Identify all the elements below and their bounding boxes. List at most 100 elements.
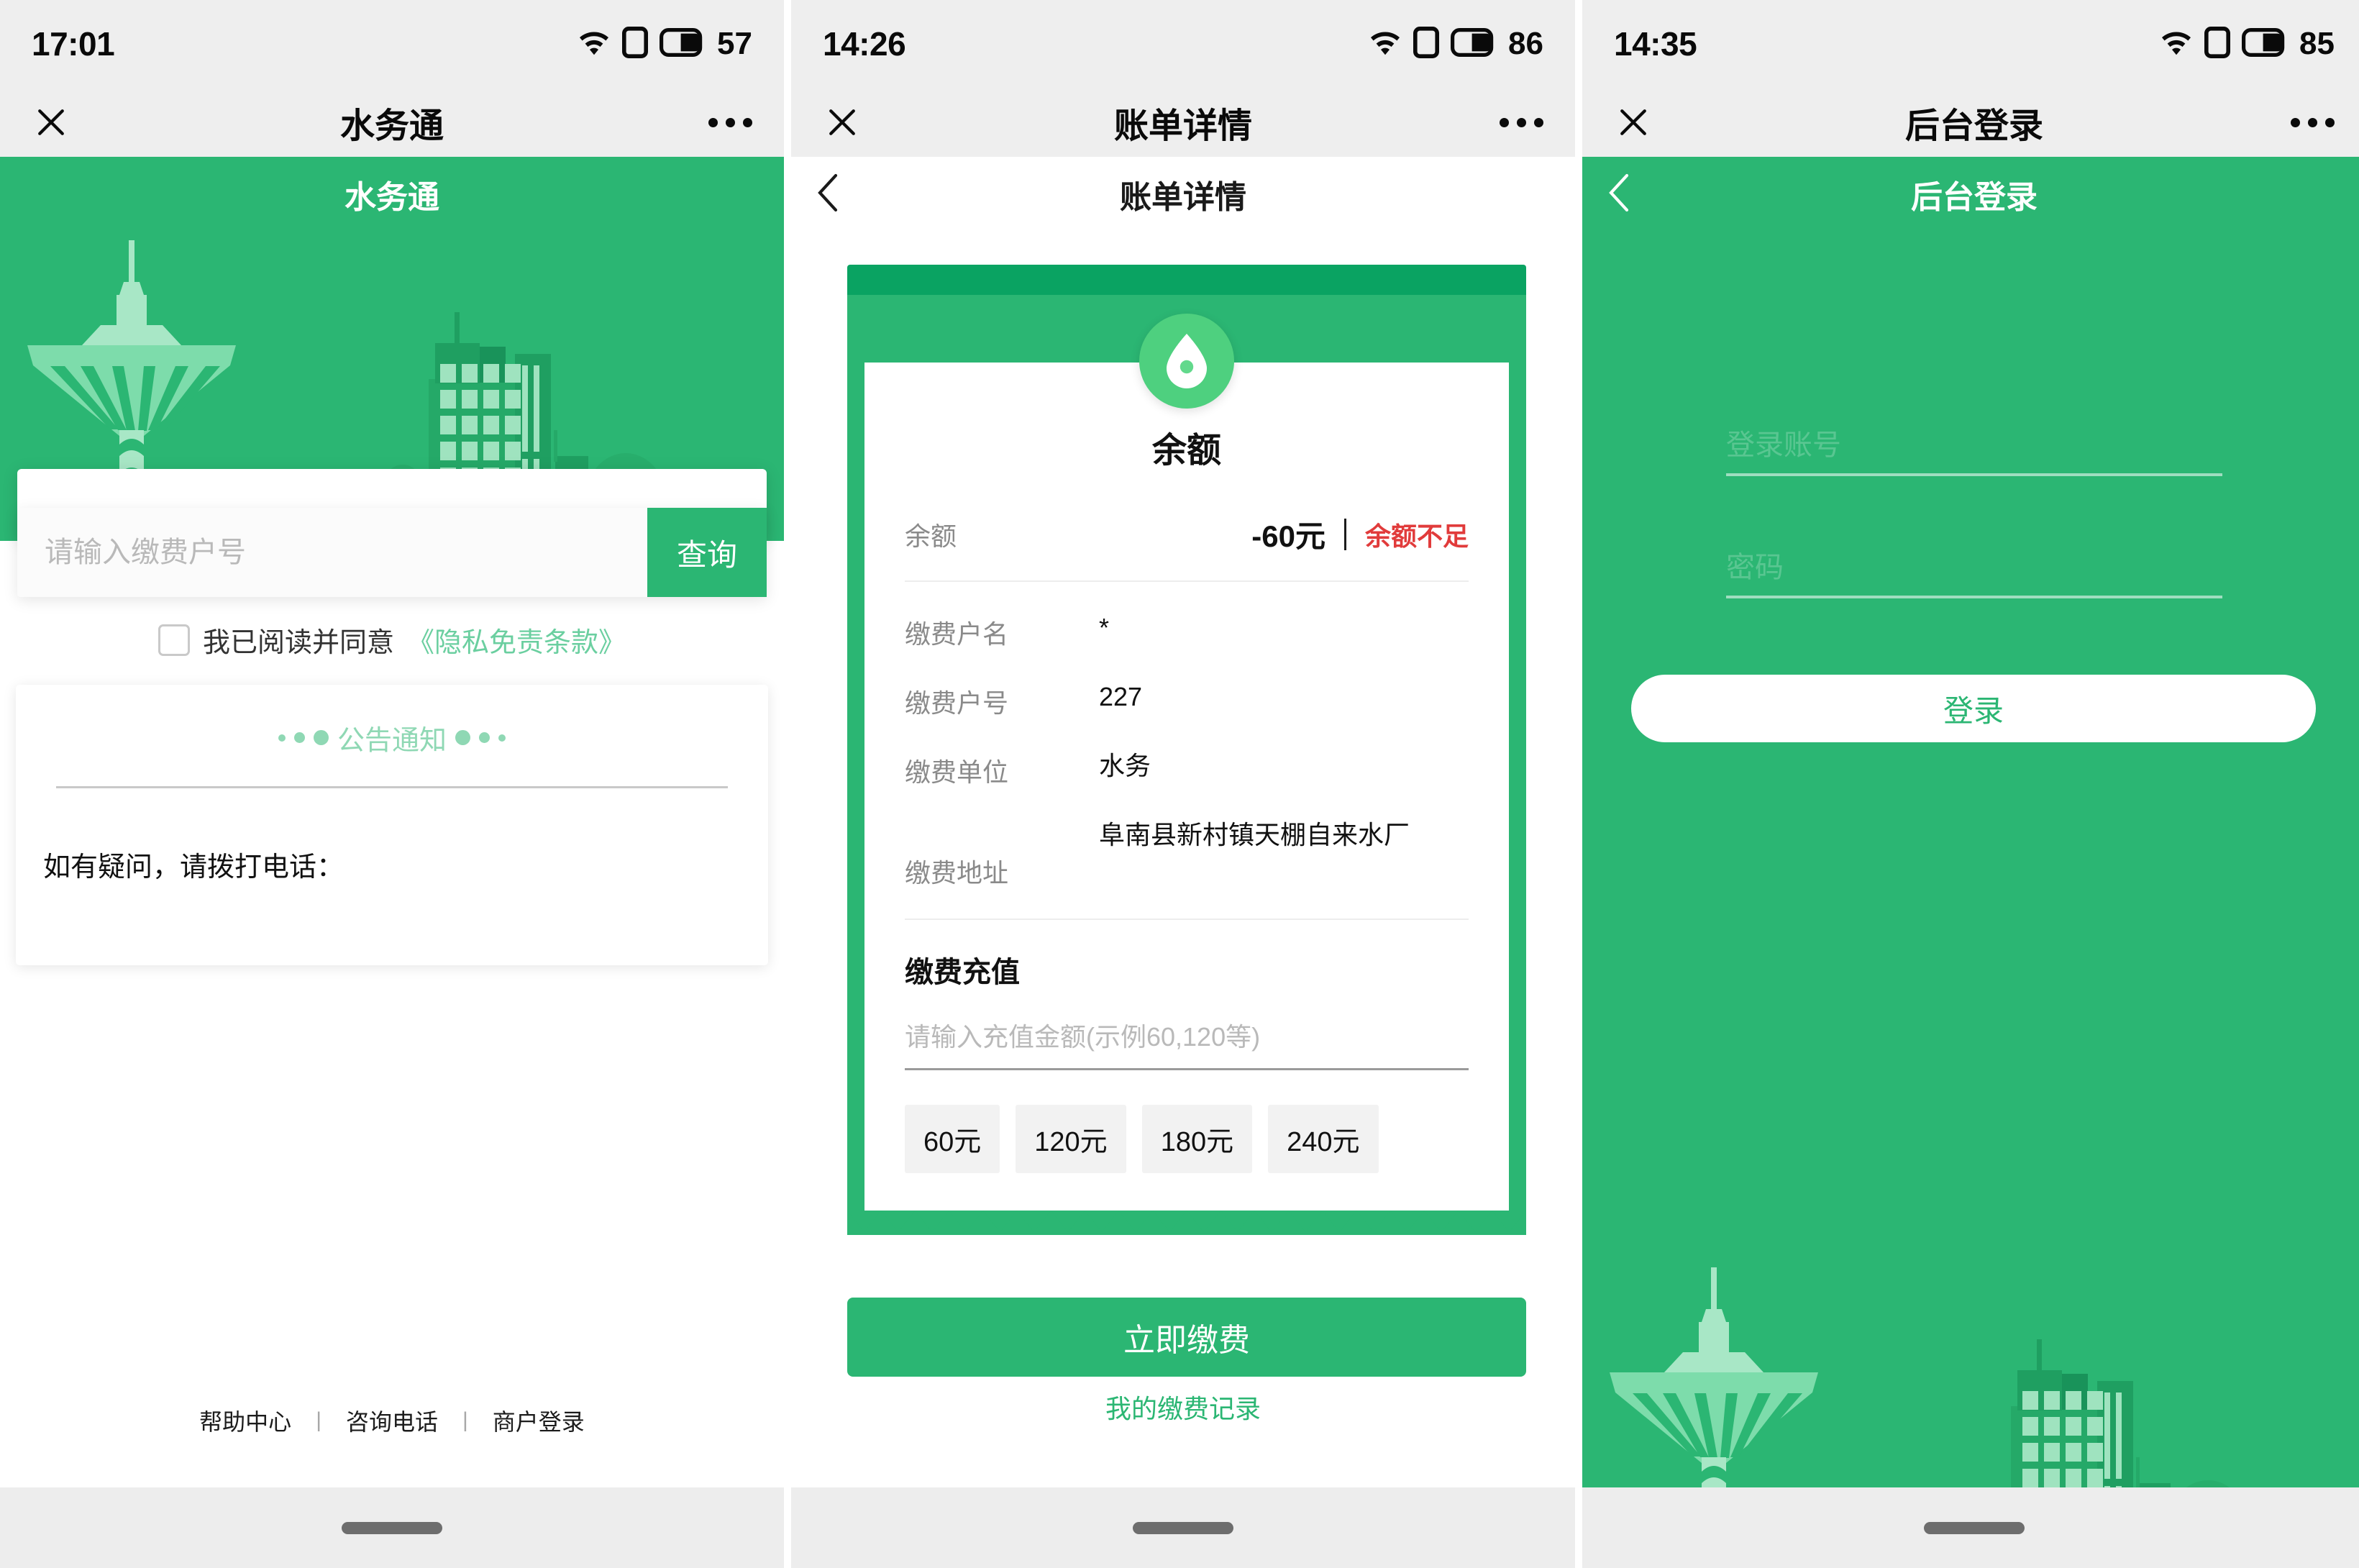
info-value: 阜南县新村镇天棚自来水厂 <box>1099 820 1410 849</box>
footer-separator: | <box>316 1408 321 1432</box>
home-indicator[interactable] <box>1924 1521 2025 1534</box>
login-button[interactable]: 登录 <box>1631 675 2316 742</box>
field-underline <box>1726 596 2222 598</box>
privacy-policy-link[interactable]: 《隐私免责条款》 <box>407 620 626 660</box>
announcement-header: 公告通知 <box>16 718 768 757</box>
denomination-buttons: 60元 120元 180元 240元 <box>905 1105 1469 1173</box>
account-number-input[interactable] <box>17 536 647 569</box>
password-field-placeholder: 密码 <box>1726 552 1784 583</box>
recharge-amount-input[interactable] <box>905 1022 1469 1070</box>
my-payment-records-link[interactable]: 我的缴费记录 <box>791 1388 1575 1426</box>
navbar-title: 水务通 <box>339 107 444 145</box>
footer-links: 帮助中心 | 咨询电话 | 商户登录 <box>0 1404 784 1437</box>
privacy-agreement-row: 我已阅读并同意 《隐私免责条款》 <box>0 620 784 660</box>
home-indicator-area <box>1582 1487 2359 1568</box>
recharge-section-title: 缴费充值 <box>905 957 1020 988</box>
receipt-zigzag-edge <box>847 1211 1526 1232</box>
home-indicator-area <box>791 1487 1575 1568</box>
close-icon[interactable] <box>823 103 862 142</box>
info-row-address: 缴费地址 阜南县新村镇天棚自来水厂 <box>905 818 1469 890</box>
wechat-navbar: 账单详情 <box>791 88 1575 157</box>
page-title: 后台登录 <box>1911 180 2038 215</box>
status-clock: 14:26 <box>823 25 906 63</box>
battery-icon <box>2242 27 2286 60</box>
vertical-divider <box>1343 518 1346 550</box>
more-options-icon[interactable] <box>1500 117 1543 127</box>
pay-now-button[interactable]: 立即缴费 <box>847 1298 1526 1377</box>
balance-amount: -60元 <box>1251 519 1325 553</box>
info-value: * <box>1099 613 1110 642</box>
info-label: 缴费地址 <box>905 858 1009 888</box>
info-row-account-number: 缴费户号 227 <box>905 680 1469 720</box>
status-bar: 17:01 57 <box>0 0 784 88</box>
denomination-120[interactable]: 120元 <box>1016 1105 1126 1173</box>
agreement-label: 我已阅读并同意 <box>202 628 394 658</box>
announcement-body: 如有疑问，请拨打电话： <box>43 852 345 883</box>
more-options-icon[interactable] <box>2291 117 2335 127</box>
footer-link-hotline[interactable]: 咨询电话 <box>346 1404 438 1437</box>
sim-card-icon <box>2204 26 2231 62</box>
home-indicator[interactable] <box>342 1521 442 1534</box>
status-indicators: 85 <box>2160 26 2335 62</box>
page-header: 后台登录 <box>1582 157 2359 232</box>
info-value: 227 <box>1099 682 1143 711</box>
wechat-navbar: 后台登录 <box>1582 88 2359 157</box>
water-drop-icon <box>1139 314 1234 409</box>
screen-admin-login: 14:35 85 后台登录 后台登录 登录账号 密码 登录 <box>1582 0 2359 1568</box>
receipt-roll-top <box>847 265 1526 295</box>
screen2-content: 余额 余额 -60元 余额不足 缴费户名 * 缴费户号 227 缴费单位 水务 … <box>791 232 1575 1568</box>
footer-link-help-center[interactable]: 帮助中心 <box>199 1404 291 1437</box>
status-indicators: 57 <box>578 26 752 62</box>
decor-dot-icon <box>455 730 470 745</box>
back-chevron-icon[interactable] <box>1607 173 1631 216</box>
footer-separator: | <box>462 1408 468 1432</box>
info-label: 缴费单位 <box>905 757 1009 787</box>
screen-divider <box>1575 0 1582 1568</box>
account-field[interactable]: 登录账号 <box>1726 421 2222 476</box>
account-query-row: 查询 <box>17 508 767 597</box>
status-clock: 14:35 <box>1614 25 1697 63</box>
insufficient-balance-badge: 余额不足 <box>1364 521 1469 551</box>
account-field-placeholder: 登录账号 <box>1726 429 1841 461</box>
navbar-title: 账单详情 <box>1113 107 1252 145</box>
status-indicators: 86 <box>1369 26 1543 62</box>
announcement-title: 公告通知 <box>337 726 447 756</box>
info-row-payment-unit: 缴费单位 水务 <box>905 749 1469 789</box>
denomination-180[interactable]: 180元 <box>1141 1105 1253 1173</box>
info-value: 水务 <box>1099 751 1151 780</box>
query-button[interactable]: 查询 <box>647 508 767 597</box>
screen-bill-detail: 14:26 86 账单详情 账单详情 余额 余额 -60元 余额不足 缴费户名 … <box>791 0 1575 1568</box>
back-chevron-icon[interactable] <box>816 173 840 216</box>
denomination-240[interactable]: 240元 <box>1268 1105 1379 1173</box>
info-row-account-name: 缴费户名 * <box>905 611 1469 651</box>
decor-dot-icon <box>293 732 305 743</box>
divider <box>56 786 728 788</box>
battery-percentage: 86 <box>1508 26 1543 61</box>
status-bar: 14:26 86 <box>791 0 1575 88</box>
receipt-card: 余额 余额 -60元 余额不足 缴费户名 * 缴费户号 227 缴费单位 水务 … <box>847 265 1526 1235</box>
decor-dot-icon <box>479 732 490 743</box>
home-indicator[interactable] <box>1133 1521 1233 1534</box>
password-field[interactable]: 密码 <box>1726 544 2222 598</box>
status-bar: 14:35 85 <box>1582 0 2359 88</box>
divider <box>905 919 1469 920</box>
three-screen-comparison: 17:01 57 水务通 水务通 请输入缴费户号 查询 我已阅读并同意 《隐私免… <box>0 0 2359 1568</box>
denomination-60[interactable]: 60元 <box>905 1105 1000 1173</box>
home-indicator-area <box>0 1487 784 1568</box>
wifi-icon <box>2160 28 2193 60</box>
status-clock: 17:01 <box>32 25 115 63</box>
info-label: 缴费户号 <box>905 688 1009 718</box>
page-title: 水务通 <box>345 180 439 215</box>
more-options-icon[interactable] <box>708 117 752 127</box>
page-header: 账单详情 <box>791 157 1575 232</box>
wechat-navbar: 水务通 <box>0 88 784 157</box>
info-label: 缴费户名 <box>905 619 1009 649</box>
agreement-checkbox[interactable] <box>158 624 190 656</box>
close-icon[interactable] <box>1614 103 1653 142</box>
balance-label: 余额 <box>905 521 957 551</box>
battery-percentage: 85 <box>2299 26 2335 61</box>
close-icon[interactable] <box>32 103 70 142</box>
screen3-content: 登录账号 密码 登录 <box>1582 232 2359 1568</box>
footer-link-merchant-login[interactable]: 商户登录 <box>493 1404 585 1437</box>
sim-card-icon <box>1413 26 1440 62</box>
